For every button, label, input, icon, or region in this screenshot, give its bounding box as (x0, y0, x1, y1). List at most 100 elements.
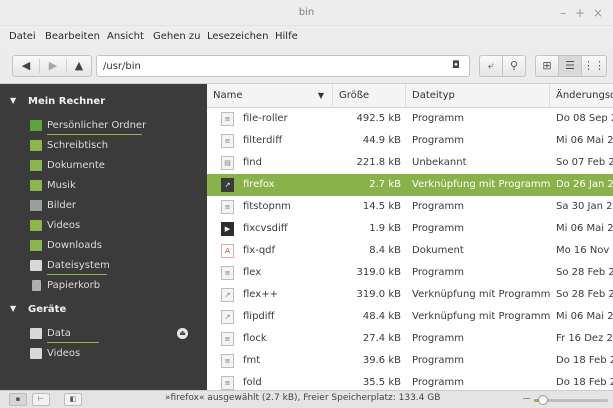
list-view-button[interactable]: ☰ (558, 55, 582, 77)
table-row[interactable]: Afix-qdf 8.4 kB Dokument Mo 16 Nov (207, 240, 613, 262)
zoom-slider[interactable] (534, 395, 608, 405)
location-bar[interactable]: /usr/bin ◘ (96, 55, 470, 77)
file-type: Unbekannt (412, 157, 467, 168)
sidebar-item-desktop[interactable]: Schreibtisch (0, 135, 207, 157)
title-bar[interactable]: bin – + × (0, 0, 613, 26)
menu-file[interactable]: Datei (9, 31, 36, 42)
sidebar-item-home[interactable]: Persönlicher Ordner (0, 115, 207, 137)
compact-view-button[interactable]: ⋮⋮ (581, 55, 607, 77)
file-type: Verknüpfung mit Programm (412, 179, 551, 190)
clear-location-icon[interactable]: ◘ (449, 60, 463, 72)
minimize-button[interactable]: – (555, 5, 571, 21)
maximize-button[interactable]: + (572, 5, 588, 21)
file-date: Sa 30 Jan 20 (556, 201, 613, 212)
zoom-slider-handle[interactable] (537, 395, 548, 405)
status-bar: ▪ ⊢ ◧ »firefox« ausgewählt (2.7 kB), Fre… (0, 390, 613, 408)
menu-help[interactable]: Hilfe (275, 31, 298, 42)
file-date: Do 18 Feb 2 (556, 355, 613, 366)
link-icon: ↗ (221, 288, 234, 302)
sidebar-item-videos[interactable]: Videos (0, 215, 207, 237)
executable-icon: ≡ (221, 112, 234, 126)
file-name: fold (243, 377, 262, 388)
column-headers: Name ▼ Größe Dateityp Änderungsdatum (207, 84, 613, 108)
hide-sidebar-button[interactable]: ◧ (64, 393, 82, 406)
path-toggle-button[interactable]: ⤶ (479, 55, 503, 77)
sidebar-item-documents[interactable]: Dokumente (0, 155, 207, 177)
file-date: So 28 Feb 2 (556, 267, 613, 278)
sidebar-item-label: Videos (47, 220, 81, 231)
videos-folder-icon (30, 220, 42, 231)
sidebar-item-device-videos[interactable]: Videos (0, 343, 207, 365)
menu-go[interactable]: Gehen zu (153, 31, 201, 42)
up-button[interactable]: ▲ (66, 56, 92, 76)
column-header-name[interactable]: Name ▼ (207, 84, 333, 108)
pdf-icon: A (221, 244, 234, 258)
link-icon: ↗ (221, 310, 234, 324)
table-row[interactable]: ▤ find 221.8 kB Unbekannt So 07 Feb 2 (207, 152, 613, 174)
sidebar-section-title: Mein Rechner (28, 96, 106, 107)
table-row[interactable]: ▶ fixcvsdiff 1.9 kB Programm Mi 06 Mai 2 (207, 218, 613, 240)
table-row[interactable]: ≡ flex 319.0 kB Programm So 28 Feb 2 (207, 262, 613, 284)
column-header-label: Änderungsdatum (556, 90, 613, 101)
file-type: Verknüpfung mit Programm (412, 289, 551, 300)
menu-bookmarks[interactable]: Lesezeichen (207, 31, 268, 42)
search-button[interactable]: ⚲ (502, 55, 526, 77)
table-row[interactable]: ≡ fitstopnm 14.5 kB Programm Sa 30 Jan 20 (207, 196, 613, 218)
sidebar-item-label: Schreibtisch (47, 140, 109, 151)
table-row[interactable]: ≡ flock 27.4 kB Programm Fr 16 Dez 2 (207, 328, 613, 350)
sidebar-item-device-data[interactable]: Data ⏏ (0, 323, 207, 345)
search-icon: ⚲ (509, 59, 519, 72)
menu-bar: Datei Bearbeiten Ansicht Gehen zu Leseze… (0, 26, 613, 48)
column-header-size[interactable]: Größe (333, 84, 406, 108)
eject-icon[interactable]: ⏏ (177, 328, 188, 339)
forward-button[interactable]: ▶ (40, 56, 66, 76)
sidebar-section-devices[interactable]: ▼ Geräte (0, 300, 207, 320)
compact-view-icon: ⋮⋮ (583, 59, 605, 72)
tree-icon: ⊢ (37, 395, 45, 403)
column-header-date[interactable]: Änderungsdatum (550, 84, 613, 108)
sidebar-item-music[interactable]: Musik (0, 175, 207, 197)
file-date: So 07 Feb 2 (556, 157, 613, 168)
menu-edit[interactable]: Bearbeiten (45, 31, 100, 42)
table-row[interactable]: ≡ file-roller 492.5 kB Programm Do 08 Sep 2 (207, 108, 613, 130)
sidebar-section-computer[interactable]: ▼ Mein Rechner (0, 92, 207, 112)
file-name: fix-qdf (243, 245, 276, 256)
back-button[interactable]: ◀ (13, 56, 39, 76)
icon-view-button[interactable]: ⊞ (535, 55, 559, 77)
zoom-out-icon[interactable]: − (522, 392, 531, 405)
file-size: 35.5 kB (362, 377, 401, 388)
file-name: fixcvsdiff (243, 223, 288, 234)
file-date: Fr 16 Dez 2 (556, 333, 613, 344)
file-type: Verknüpfung mit Programm (412, 311, 551, 322)
sidebar-item-label: Papierkorb (47, 280, 101, 291)
sidebar-item-filesystem[interactable]: Dateisystem (0, 255, 207, 277)
file-date: Do 08 Sep 2 (556, 113, 613, 124)
tree-pane-button[interactable]: ⊢ (32, 393, 50, 406)
table-row[interactable]: ≡ fold 35.5 kB Programm Do 18 Feb 2 (207, 372, 613, 390)
file-date: Do 18 Feb 2 (556, 377, 613, 388)
up-arrow-icon: ▲ (74, 59, 84, 72)
sidebar: ▼ Mein Rechner Persönlicher Ordner Schre… (0, 84, 207, 390)
file-size: 221.8 kB (356, 157, 401, 168)
collapse-arrow-icon[interactable]: ▼ (10, 304, 16, 313)
close-button[interactable]: × (590, 5, 606, 21)
sidebar-item-pictures[interactable]: Bilder (0, 195, 207, 217)
location-path[interactable]: /usr/bin (103, 61, 141, 72)
menu-view[interactable]: Ansicht (107, 31, 144, 42)
unknown-file-icon: ▤ (221, 156, 234, 170)
table-row[interactable]: ↗ firefox 2.7 kB Verknüpfung mit Programm Do… (207, 174, 613, 196)
sidebar-item-trash[interactable]: Papierkorb (0, 275, 207, 297)
file-size: 39.6 kB (362, 355, 401, 366)
places-pane-button[interactable]: ▪ (9, 393, 27, 406)
table-row[interactable]: ↗ flex++ 319.0 kB Verknüpfung mit Programm S… (207, 284, 613, 306)
table-row[interactable]: ≡ filterdiff 44.9 kB Programm Mi 06 Mai 2 (207, 130, 613, 152)
file-type: Programm (412, 135, 464, 146)
table-row[interactable]: ↗ flipdiff 48.4 kB Verknüpfung mit Programm… (207, 306, 613, 328)
sidebar-item-downloads[interactable]: Downloads (0, 235, 207, 257)
executable-icon: ≡ (221, 354, 234, 368)
collapse-arrow-icon[interactable]: ▼ (10, 96, 16, 105)
sort-descending-icon: ▼ (317, 91, 324, 100)
column-header-type[interactable]: Dateityp (406, 84, 550, 108)
downloads-folder-icon (30, 240, 42, 251)
table-row[interactable]: ≡ fmt 39.6 kB Programm Do 18 Feb 2 (207, 350, 613, 372)
